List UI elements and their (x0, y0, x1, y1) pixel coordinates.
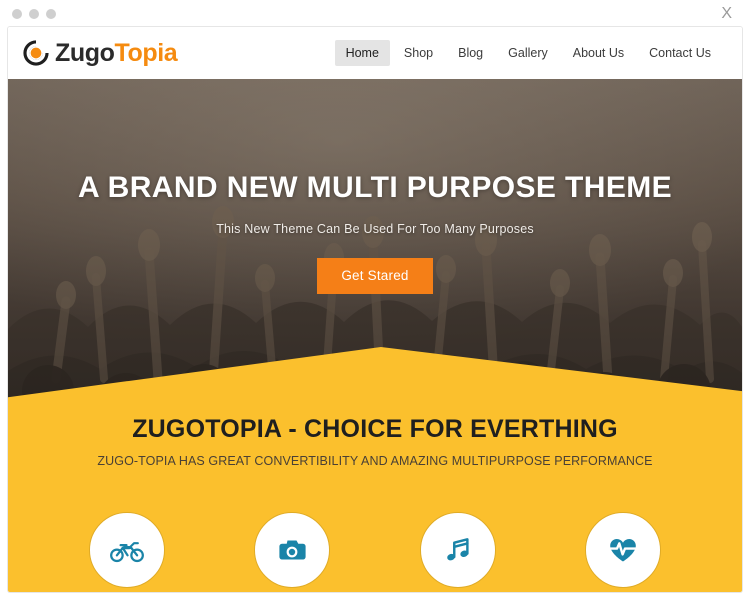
feature-item-music[interactable] (419, 512, 496, 588)
nav-item-home[interactable]: Home (334, 39, 390, 67)
nav-item-blog[interactable]: Blog (447, 40, 494, 67)
feature-icon-row (8, 512, 742, 588)
window-dot-3[interactable] (46, 8, 56, 19)
page-viewport: ZugoTopia Home Shop Blog Gallery About U… (8, 27, 742, 592)
nav-item-contact-us[interactable]: Contact Us (638, 40, 722, 67)
feature-item-heartbeat[interactable] (585, 512, 662, 588)
feature-band-heading-group: ZUGOTOPIA - CHOICE FOR EVERTHING ZUGO-TO… (8, 415, 742, 468)
feature-band-title: ZUGOTOPIA - CHOICE FOR EVERTHING (132, 415, 618, 443)
nav-item-gallery[interactable]: Gallery (497, 40, 559, 67)
window-dot-2[interactable] (29, 8, 39, 19)
main-navigation: Home Shop Blog Gallery About Us Contact … (334, 39, 722, 67)
nav-item-shop[interactable]: Shop (393, 40, 444, 67)
browser-window: X ZugoTopia Home Shop Blog Gallery About… (0, 0, 750, 600)
nav-item-about-us[interactable]: About Us (562, 40, 635, 67)
close-icon[interactable]: X (717, 4, 736, 24)
site-header: ZugoTopia Home Shop Blog Gallery About U… (8, 27, 742, 79)
site-logo[interactable]: ZugoTopia (22, 38, 178, 67)
music-note-icon (446, 538, 469, 561)
logo-text-primary: Zugo (55, 38, 115, 67)
heartbeat-icon (609, 539, 637, 562)
site-logo-text: ZugoTopia (55, 38, 178, 67)
feature-item-motorcycle[interactable] (88, 512, 165, 588)
window-titlebar: X (0, 0, 750, 27)
window-dot-1[interactable] (12, 8, 22, 19)
logo-text-accent: Topia (114, 38, 178, 67)
window-traffic-lights (12, 8, 56, 19)
hero-subtitle: This New Theme Can Be Used For Too Many … (216, 222, 534, 236)
camera-icon (279, 540, 306, 560)
feature-item-camera[interactable] (254, 512, 331, 588)
feature-band: ZUGOTOPIA - CHOICE FOR EVERTHING ZUGO-TO… (8, 347, 742, 592)
hero-title: A BRAND NEW MULTI PURPOSE THEME (77, 171, 673, 204)
motorcycle-icon (109, 542, 144, 563)
feature-band-subtitle: ZUGO-TOPIA HAS GREAT CONVERTIBILITY AND … (97, 453, 653, 468)
target-circle-icon (23, 40, 49, 66)
get-started-button[interactable]: Get Stared (317, 258, 433, 294)
